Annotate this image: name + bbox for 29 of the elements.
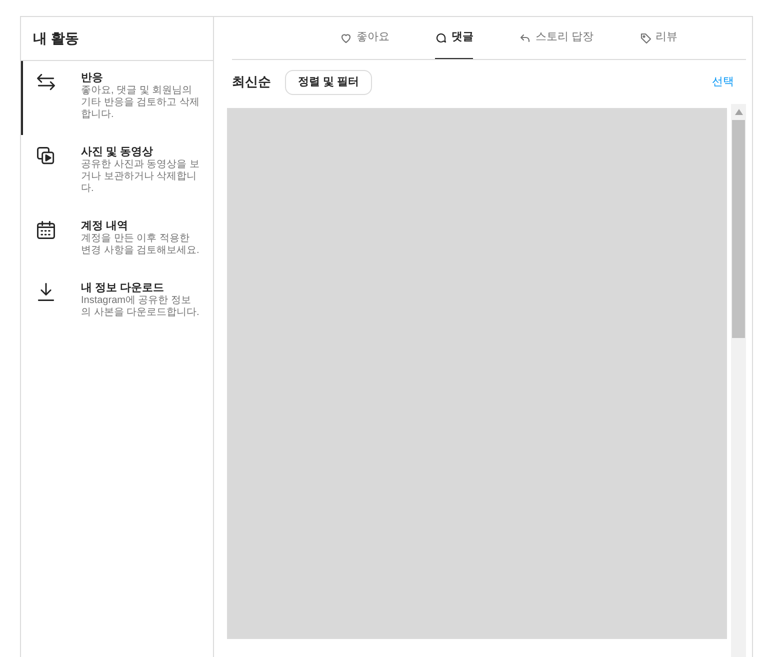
scroll-up-icon[interactable] [734,109,742,115]
item-title: 사진 및 동영상 [81,145,154,159]
tab[interactable]: 댓글 [435,17,474,59]
tab[interactable]: 좋아요 [340,17,390,59]
reply-icon [519,32,532,44]
tab[interactable]: 리뷰 [640,17,678,59]
sidebar-item[interactable]: 내 정보 다운로드 Instagram에 공유한 정보의 사본을 다운로드합니다. [21,271,213,333]
item-description: 계정을 만든 이후 적용한 변경 사항을 검토해보세요. [81,233,200,257]
tag-icon [640,32,652,44]
speech-bubble-icon [435,32,448,44]
sidebar-title: 내 활동 [33,29,79,48]
sidebar-item[interactable]: 계정 내역 계정을 만든 이후 적용한 변경 사항을 검토해보세요. [21,209,213,271]
sidebar-item[interactable]: 사진 및 동영상 공유한 사진과 동영상을 보거나 보관하거나 삭제합니다. [21,135,213,209]
item-description: 공유한 사진과 동영상을 보거나 보관하거나 삭제합니다. [81,159,200,195]
item-title: 내 정보 다운로드 [81,281,166,295]
sort-label: 최신순 [232,73,271,92]
arrows-icon [35,71,57,93]
scrollbar[interactable] [731,104,746,657]
tab[interactable]: 스토리 답장 [519,17,594,59]
sort-filter-button[interactable]: 정렬 및 필터 [285,70,372,94]
download-icon [35,281,57,303]
scrollbar-thumb[interactable] [732,120,745,338]
calendar-icon [35,219,57,241]
item-title: 반응 [81,71,104,85]
heart-icon [340,32,352,44]
item-description: 좋아요, 댓글 및 회원님의 기타 반응을 검토하고 삭제합니다. [81,85,200,121]
media-icon [35,145,57,167]
item-title: 계정 내역 [81,219,130,233]
item-description: Instagram에 공유한 정보의 사본을 다운로드합니다. [81,295,200,319]
